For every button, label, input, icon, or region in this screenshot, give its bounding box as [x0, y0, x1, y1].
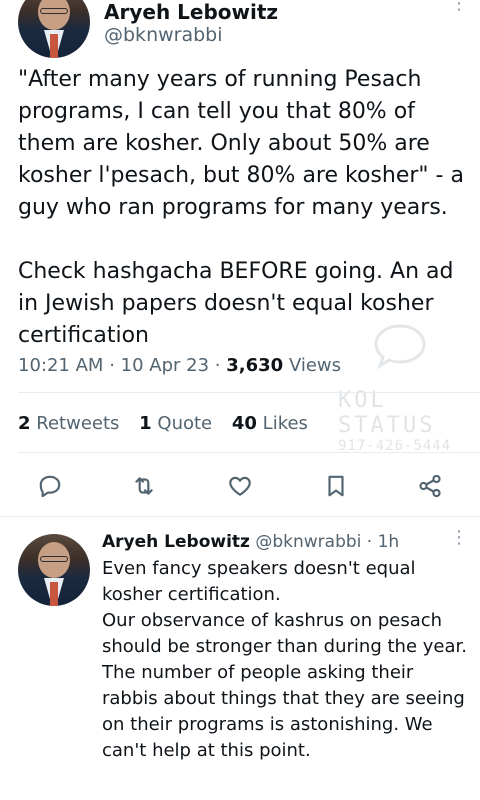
tweet-text: "After many years of running Pesach prog… [18, 67, 464, 348]
avatar-glasses [40, 8, 68, 14]
thread-separator [0, 516, 480, 529]
reply-header: Aryeh Lebowitz @bknwrabbi · 1h [102, 532, 399, 552]
divider [18, 452, 480, 453]
retweets-label: Retweets [36, 413, 120, 434]
likes-count: 40 [231, 413, 257, 434]
author-avatar[interactable] [18, 0, 90, 58]
retweet-icon [135, 477, 153, 495]
quotes-stat[interactable]: 1 Quote [139, 413, 212, 434]
share-icon [419, 474, 441, 498]
engagement-stats: 2 Retweets 1 Quote 40 Likes [18, 413, 308, 434]
reply-button[interactable] [34, 470, 66, 502]
reply-more-options-icon[interactable]: ⋮ [450, 529, 468, 547]
reply-icon [39, 475, 61, 498]
retweets-count: 2 [18, 413, 31, 434]
bookmark-icon [328, 475, 344, 497]
like-button[interactable] [224, 470, 256, 502]
reply-author-name[interactable]: Aryeh Lebowitz [102, 532, 250, 552]
avatar-tie [50, 34, 58, 58]
divider [18, 392, 480, 393]
watermark-title: KOL STATUS [338, 388, 436, 438]
avatar-glasses [40, 556, 68, 562]
retweet-button[interactable] [128, 470, 160, 502]
reply-author-handle[interactable]: @bknwrabbi [255, 532, 361, 552]
bookmark-button[interactable] [320, 470, 352, 502]
reply-author-avatar[interactable] [18, 534, 90, 606]
like-icon [229, 476, 251, 496]
avatar-face [38, 0, 70, 30]
views-label: Views [288, 355, 342, 376]
tweet-date[interactable]: 10 Apr 23 [121, 355, 209, 376]
tweet-time[interactable]: 10:21 AM [18, 355, 103, 376]
reply-separator: · [366, 532, 373, 552]
quotes-count: 1 [139, 413, 152, 434]
action-bar [0, 470, 480, 502]
likes-stat[interactable]: 40 Likes [232, 413, 308, 434]
meta-separator: · [214, 355, 221, 376]
watermark: KOL STATUS 917-426-5444 [338, 388, 478, 454]
views-count: 3,630 [226, 355, 284, 376]
quotes-label: Quote [157, 413, 213, 434]
meta-separator: · [109, 355, 115, 376]
reply-time[interactable]: 1h [378, 532, 400, 552]
share-button[interactable] [414, 470, 446, 502]
likes-label: Likes [262, 413, 308, 434]
tweet-meta: 10:21 AM · 10 Apr 23 · 3,630 Views [18, 355, 341, 376]
author-name[interactable]: Aryeh Lebowitz [104, 0, 278, 24]
avatar-tie [50, 582, 58, 606]
more-options-icon[interactable]: ⋮ [450, 0, 468, 13]
retweets-stat[interactable]: 2 Retweets [18, 413, 119, 434]
author-handle[interactable]: @bknwrabbi [104, 24, 223, 46]
reply-text: Even fancy speakers doesn't equal kosher… [102, 558, 467, 761]
watermark-bubble-icon [374, 324, 426, 370]
